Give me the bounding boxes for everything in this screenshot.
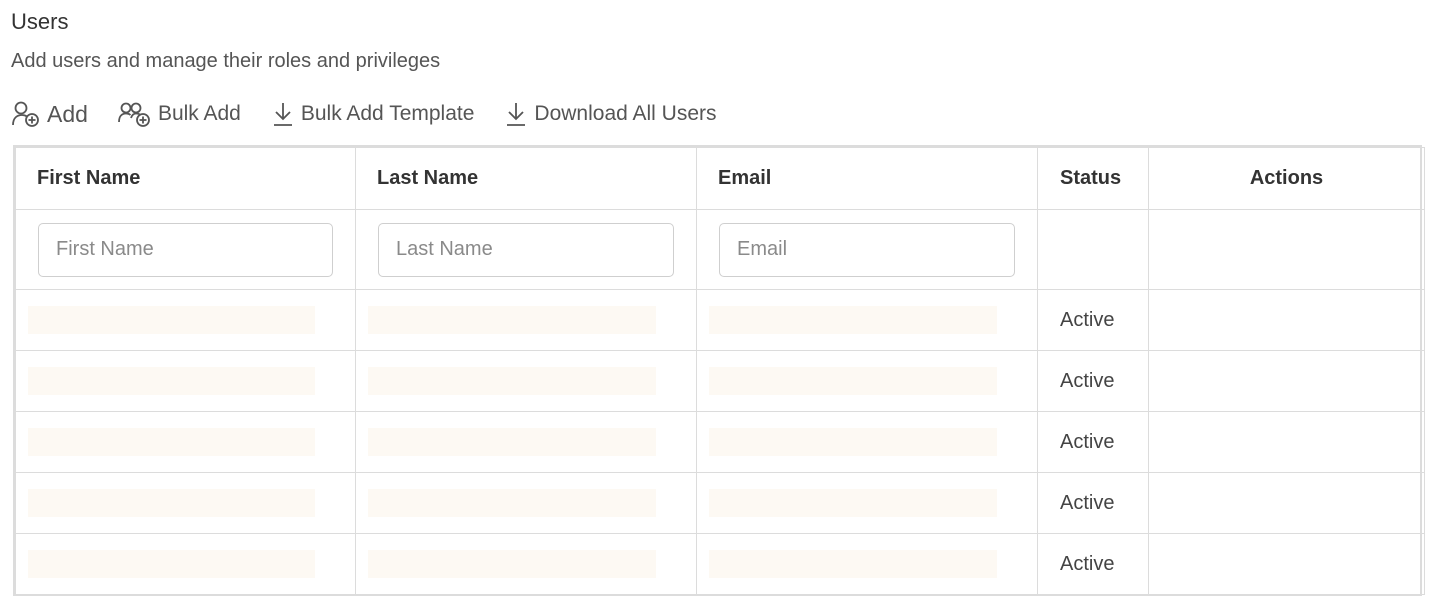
redacted-last-name [368, 306, 656, 334]
status-cell: Active [1037, 350, 1149, 412]
bulk-add-button[interactable]: Bulk Add [118, 100, 241, 128]
email-filter-input[interactable] [719, 222, 1015, 277]
table-row[interactable]: Active [15, 533, 1425, 595]
redacted-email [709, 550, 997, 578]
download-icon [271, 100, 295, 128]
status-cell: Active [1037, 533, 1149, 595]
table-header-row: First Name Last Name Email Status Action… [15, 147, 1425, 210]
download-all-users-label: Download All Users [534, 102, 717, 125]
redacted-first-name [28, 306, 315, 334]
status-cell: Active [1037, 472, 1149, 534]
users-table: First Name Last Name Email Status Action… [13, 145, 1425, 596]
redacted-first-name [28, 367, 315, 395]
status-cell: Active [1037, 411, 1149, 473]
table-row[interactable]: Active [15, 289, 1425, 351]
actions-cell [1148, 289, 1425, 351]
redacted-email [709, 428, 997, 456]
column-header-actions: Actions [1148, 147, 1425, 210]
table-row[interactable]: Active [15, 411, 1425, 473]
column-header-email[interactable]: Email [696, 147, 1038, 210]
redacted-email [709, 367, 997, 395]
redacted-last-name [368, 489, 656, 517]
redacted-email [709, 306, 997, 334]
page-title: Users [11, 9, 69, 34]
download-icon [504, 100, 528, 128]
redacted-first-name [28, 550, 315, 578]
bulk-add-template-button[interactable]: Bulk Add Template [271, 100, 475, 128]
redacted-first-name [28, 489, 315, 517]
column-header-last-name[interactable]: Last Name [355, 147, 697, 210]
redacted-last-name [368, 550, 656, 578]
actions-cell [1148, 350, 1425, 412]
status-cell: Active [1037, 289, 1149, 351]
bulk-add-users-icon [118, 100, 152, 128]
redacted-first-name [28, 428, 315, 456]
redacted-email [709, 489, 997, 517]
add-user-label: Add [47, 100, 88, 127]
add-user-button[interactable]: Add [11, 100, 88, 128]
page-subtitle: Add users and manage their roles and pri… [11, 50, 441, 72]
actions-cell [1148, 533, 1425, 595]
redacted-last-name [368, 428, 656, 456]
column-header-first-name[interactable]: First Name [15, 147, 356, 210]
last-name-filter-input[interactable] [378, 222, 674, 277]
table-row[interactable]: Active [15, 350, 1425, 412]
table-row[interactable]: Active [15, 472, 1425, 534]
actions-cell [1148, 411, 1425, 473]
actions-cell [1148, 472, 1425, 534]
redacted-last-name [368, 367, 656, 395]
bulk-add-label: Bulk Add [157, 102, 241, 125]
bulk-add-template-label: Bulk Add Template [300, 102, 475, 125]
filter-row [15, 209, 1425, 290]
add-user-icon [11, 100, 41, 128]
download-all-users-button[interactable]: Download All Users [504, 100, 717, 128]
column-header-status[interactable]: Status [1037, 147, 1149, 210]
first-name-filter-input[interactable] [38, 222, 333, 277]
toolbar: Add Bulk Add Bulk Add Template Download … [11, 97, 747, 131]
